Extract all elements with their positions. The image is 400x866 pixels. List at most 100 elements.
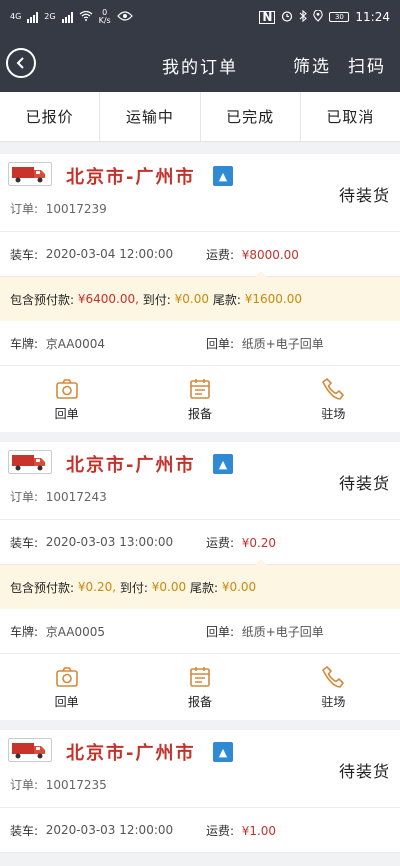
payment-breakdown: 包含预付款: ¥0.20, 到付: ¥0.00 尾款: ¥0.00	[0, 559, 400, 609]
route-text: 北京市-广州市	[66, 743, 196, 764]
back-button[interactable]	[6, 48, 36, 78]
order-number: 订单: 10017235	[10, 776, 107, 793]
plate-value: 京AA0004	[45, 336, 105, 351]
net-speed: 0 K/s	[99, 9, 111, 25]
on-site-action-label: 驻场	[321, 694, 346, 709]
calendar-icon	[190, 378, 210, 399]
order-number-label: 订单:	[10, 778, 39, 792]
loading-label: 装车:	[10, 247, 39, 262]
report-action-button[interactable]: 报备	[133, 366, 266, 432]
loading-label: 装车:	[10, 823, 39, 838]
collapse-arrow-icon[interactable]: ▲	[213, 166, 233, 186]
receipt-action-button[interactable]: 回单	[0, 654, 133, 720]
receipt-action-button[interactable]: 回单	[0, 366, 133, 432]
truck-icon	[8, 738, 52, 762]
freight-value: ¥0.20	[241, 535, 277, 550]
receipt-type-value: 纸质+电子回单	[241, 337, 324, 351]
tab-completed[interactable]: 已完成	[201, 92, 301, 141]
order-number-value: 10017235	[45, 778, 107, 792]
freight-label: 运费:	[206, 536, 235, 550]
order-number-label: 订单:	[10, 490, 39, 504]
freight-label: 运费:	[206, 248, 235, 262]
order-card[interactable]: 北京市-广州市 ▲ 待装货 订单: 10017239 装车: 2020-03-0…	[0, 154, 400, 432]
filter-button[interactable]: 筛选	[293, 52, 331, 77]
wifi-icon	[79, 10, 93, 24]
order-status: 待装货	[338, 186, 390, 205]
on-arrival-value: ¥0.00	[151, 580, 187, 594]
eye-icon	[116, 10, 133, 24]
net-speed-unit: K/s	[98, 16, 111, 25]
on-site-action-label: 驻场	[321, 406, 346, 421]
tab-cancelled[interactable]: 已取消	[301, 92, 400, 141]
order-card-header: 北京市-广州市 ▲ 待装货 订单: 10017243	[0, 442, 400, 520]
on-arrival-label: 到付:	[119, 580, 148, 595]
order-card-header: 北京市-广州市 ▲ 待装货 订单: 10017239	[0, 154, 400, 232]
balance-value: ¥0.00	[221, 580, 257, 594]
tab-quoted[interactable]: 已报价	[0, 92, 101, 141]
bluetooth-icon	[299, 9, 308, 25]
report-action-button[interactable]: 报备	[133, 654, 266, 720]
balance-label: 尾款:	[189, 580, 218, 595]
route-text: 北京市-广州市	[66, 455, 196, 476]
order-actions: 回单 报备 驻场	[0, 366, 400, 432]
prepay-label: 包含预付款:	[10, 580, 75, 595]
plate-label: 车牌:	[10, 336, 39, 351]
plate-label: 车牌:	[10, 624, 39, 639]
receipt-label: 回单:	[206, 625, 235, 639]
prepay-label: 包含预付款:	[10, 292, 75, 307]
callout-notch	[255, 559, 267, 565]
order-number: 订单: 10017243	[10, 488, 107, 505]
collapse-arrow-icon[interactable]: ▲	[213, 742, 233, 762]
report-action-label: 报备	[187, 694, 212, 709]
receipt-type: 回单: 纸质+电子回单	[206, 609, 324, 654]
chevron-left-icon	[16, 57, 24, 69]
plate-row: 车牌: 京AA0005 回单: 纸质+电子回单	[0, 609, 400, 654]
order-card[interactable]: 北京市-广州市 ▲ 待装货 订单: 10017235 装车: 2020-03-0…	[0, 730, 400, 853]
order-status: 待装货	[338, 762, 390, 781]
prepay-value: ¥0.20,	[77, 580, 117, 594]
order-status: 待装货	[338, 474, 390, 493]
freight-label: 运费:	[206, 824, 235, 838]
camera-icon	[55, 378, 78, 399]
on-arrival-label: 到付:	[142, 292, 171, 307]
location-icon	[313, 8, 324, 25]
order-card[interactable]: 北京市-广州市 ▲ 待装货 订单: 10017243 装车: 2020-03-0…	[0, 442, 400, 720]
network-2g-indicator: 2G	[44, 12, 56, 21]
on-site-action-button[interactable]: 驻场	[267, 366, 400, 432]
payment-breakdown: 包含预付款: ¥6400.00, 到付: ¥0.00 尾款: ¥1600.00	[0, 271, 400, 321]
freight: 运费: ¥8000.00	[206, 232, 299, 277]
balance-value: ¥1600.00	[244, 292, 302, 306]
freight-value: ¥1.00	[241, 823, 277, 838]
clock-time: 11:24	[355, 10, 390, 24]
camera-icon	[55, 666, 78, 687]
receipt-action-label: 回单	[54, 694, 79, 709]
signal-icon-2	[61, 11, 73, 23]
loading-time: 2020-03-03 13:00:00	[45, 535, 174, 549]
truck-icon	[8, 162, 52, 186]
prepay-value: ¥6400.00,	[77, 292, 139, 306]
scan-button[interactable]: 扫码	[348, 52, 386, 77]
tab-in-transit[interactable]: 运输中	[100, 92, 201, 141]
phone-icon	[322, 665, 345, 688]
receipt-type-value: 纸质+电子回单	[241, 625, 324, 639]
truck-icon	[8, 450, 52, 474]
collapse-arrow-icon[interactable]: ▲	[213, 454, 233, 474]
order-number-value: 10017243	[45, 490, 107, 504]
report-action-label: 报备	[187, 406, 212, 421]
receipt-type: 回单: 纸质+电子回单	[206, 321, 324, 366]
loading-time: 2020-03-03 12:00:00	[45, 823, 174, 837]
nfc-icon: N	[259, 10, 276, 24]
order-number: 订单: 10017239	[10, 200, 107, 217]
loading-time: 2020-03-04 12:00:00	[45, 247, 174, 261]
plate-value: 京AA0005	[45, 624, 105, 639]
on-site-action-button[interactable]: 驻场	[267, 654, 400, 720]
order-number-label: 订单:	[10, 202, 39, 216]
receipt-label: 回单:	[206, 337, 235, 351]
order-list: 北京市-广州市 ▲ 待装货 订单: 10017239 装车: 2020-03-0…	[0, 154, 400, 853]
on-arrival-value: ¥0.00	[174, 292, 210, 306]
status-tabs: 已报价 运输中 已完成 已取消	[0, 92, 400, 142]
loading-row: 装车: 2020-03-03 12:00:00 运费: ¥1.00	[0, 808, 400, 853]
network-4g-indicator: 4G	[10, 12, 22, 21]
signal-icon	[27, 11, 39, 23]
order-number-value: 10017239	[45, 202, 107, 216]
